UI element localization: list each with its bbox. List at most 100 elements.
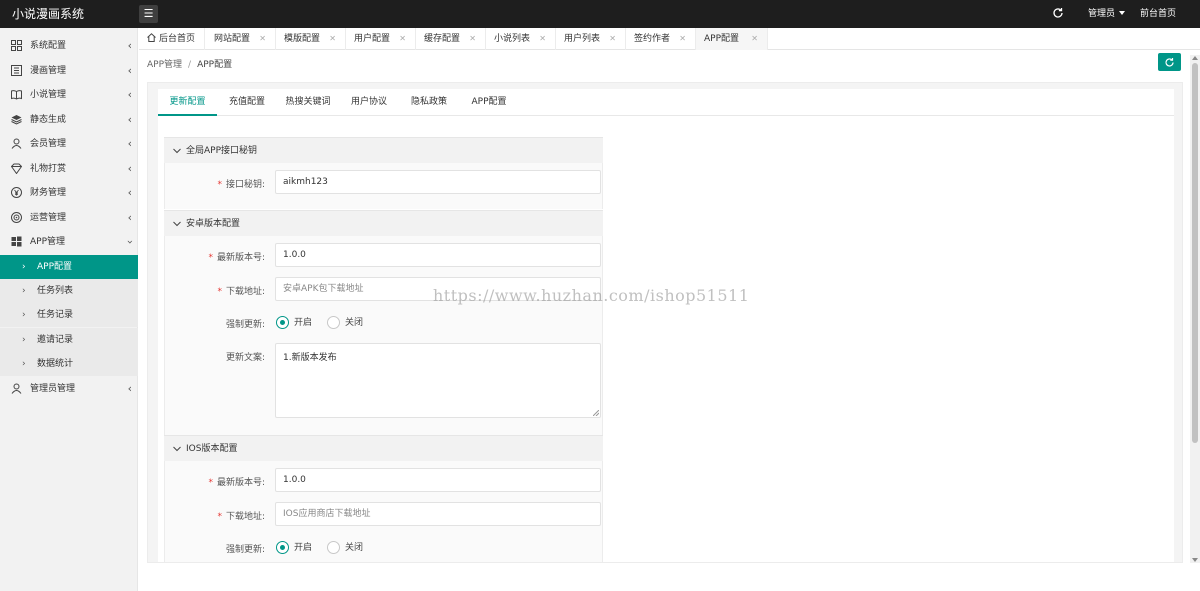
section-android-header[interactable]: 安卓版本配置 bbox=[164, 210, 603, 236]
sidebar-item-app[interactable]: APP管理 ‹ bbox=[0, 230, 138, 254]
watermark-text: https://www.huzhan.com/ishop51511 bbox=[433, 286, 750, 305]
label-text: 下载地址: bbox=[225, 512, 265, 522]
sidebar-item-operations[interactable]: 运营管理 ‹ bbox=[0, 206, 138, 230]
sidebar-subitem-invite-records[interactable]: › 邀请记录 bbox=[0, 328, 138, 352]
tab-label: 签约作者 bbox=[634, 34, 671, 44]
scrollbar-thumb[interactable] bbox=[1192, 63, 1198, 443]
chevron-left-icon: ‹ bbox=[127, 162, 132, 175]
label-text: 接口秘钥: bbox=[225, 180, 265, 190]
subtab-app-config[interactable]: APP配置 bbox=[459, 89, 519, 116]
close-icon[interactable]: ✕ bbox=[539, 28, 546, 50]
windows-icon bbox=[11, 236, 22, 247]
scroll-down-arrow-icon[interactable] bbox=[1192, 558, 1198, 562]
config-card: 更新配置 充值配置 热搜关键词 用户协议 隐私政策 APP配置 全局APP接口秘… bbox=[158, 89, 1174, 562]
subtab-hot-keywords[interactable]: 热搜关键词 bbox=[277, 89, 339, 116]
ios-download-input[interactable]: IOS应用商店下载地址 bbox=[275, 502, 601, 526]
book-icon bbox=[11, 90, 22, 100]
tab-user-config[interactable]: 用户配置 ✕ bbox=[346, 28, 416, 50]
required-mark: * bbox=[217, 180, 222, 190]
tab-template-config[interactable]: 模版配置 ✕ bbox=[276, 28, 346, 50]
tab-label: 用户配置 bbox=[354, 34, 391, 44]
scroll-up-arrow-icon[interactable] bbox=[1192, 56, 1198, 60]
sidebar-subitem-task-list[interactable]: › 任务列表 bbox=[0, 279, 138, 303]
sidebar-item-label: 管理员管理 bbox=[30, 384, 76, 394]
android-force-off-radio[interactable]: 关闭 bbox=[327, 316, 363, 330]
close-icon[interactable]: ✕ bbox=[259, 28, 266, 50]
sidebar-item-gifts[interactable]: 礼物打赏 ‹ bbox=[0, 157, 138, 181]
sidebar-subitem-label: 任务列表 bbox=[37, 286, 74, 296]
sidebar-subitem-label: 邀请记录 bbox=[37, 335, 74, 345]
menu-toggle-button[interactable]: ☰ bbox=[139, 5, 158, 23]
section-global-header[interactable]: 全局APP接口秘钥 bbox=[164, 137, 603, 163]
sidebar-item-label: 漫画管理 bbox=[30, 66, 67, 76]
ios-version-input[interactable]: 1.0.0 bbox=[275, 468, 601, 492]
subtab-recharge-config[interactable]: 充值配置 bbox=[217, 89, 277, 116]
sidebar-item-finance[interactable]: 财务管理 ‹ bbox=[0, 181, 138, 205]
close-icon[interactable]: ✕ bbox=[609, 28, 616, 50]
tab-label: 小说列表 bbox=[494, 34, 531, 44]
sidebar-item-comic[interactable]: 漫画管理 ‹ bbox=[0, 59, 138, 83]
tab-site-config[interactable]: 网站配置 ✕ bbox=[206, 28, 276, 50]
tab-signed-authors[interactable]: 签约作者 ✕ bbox=[626, 28, 696, 50]
sidebar-subitem-task-records[interactable]: › 任务记录 bbox=[0, 303, 138, 327]
ios-force-off-radio[interactable]: 关闭 bbox=[327, 541, 363, 555]
ios-download-label: * 下载地址: bbox=[165, 509, 265, 522]
tab-cache-config[interactable]: 缓存配置 ✕ bbox=[416, 28, 486, 50]
vertical-scrollbar[interactable] bbox=[1190, 55, 1200, 563]
section-title: IOS版本配置 bbox=[186, 444, 238, 454]
ios-force-label: 强制更新: bbox=[225, 545, 265, 555]
admin-menu[interactable]: 管理员 bbox=[1088, 0, 1126, 28]
resize-grip-icon[interactable] bbox=[593, 410, 599, 416]
subtab-update-config[interactable]: 更新配置 bbox=[158, 89, 217, 116]
section-android-body: * 最新版本号: 1.0.0 * 下载地址: 安卓APK包下载地址 强制更新: 开启… bbox=[164, 236, 603, 435]
android-version-label: * 最新版本号: bbox=[165, 250, 265, 263]
subtab-privacy-policy[interactable]: 隐私政策 bbox=[399, 89, 459, 116]
chevron-down-icon bbox=[173, 148, 181, 154]
caret-down-icon bbox=[1119, 11, 1126, 15]
breadcrumb-separator: / bbox=[188, 60, 192, 70]
radio-label: 关闭 bbox=[345, 318, 364, 328]
tab-user-list[interactable]: 用户列表 ✕ bbox=[556, 28, 626, 50]
chevron-right-icon: › bbox=[22, 359, 26, 369]
android-force-on-radio[interactable]: 开启 bbox=[276, 316, 312, 330]
android-notes-textarea[interactable]: 1.新版本发布 bbox=[275, 343, 601, 418]
tab-home[interactable]: 后台首页 bbox=[139, 28, 205, 50]
required-mark: * bbox=[217, 512, 222, 522]
sidebar-item-admins[interactable]: 管理员管理 ‹ bbox=[0, 377, 138, 401]
chevron-left-icon: ‹ bbox=[127, 186, 132, 199]
android-force-label: 强制更新: bbox=[225, 320, 265, 330]
android-notes-label: 更新文案: bbox=[225, 353, 265, 363]
required-mark: * bbox=[208, 478, 213, 488]
android-version-input[interactable]: 1.0.0 bbox=[275, 243, 601, 267]
subtab-user-agreement[interactable]: 用户协议 bbox=[339, 89, 399, 116]
section-ios-header[interactable]: IOS版本配置 bbox=[164, 435, 603, 461]
sidebar-item-label: 财务管理 bbox=[30, 188, 67, 198]
ios-version-label: * 最新版本号: bbox=[165, 475, 265, 488]
close-icon[interactable]: ✕ bbox=[751, 28, 758, 50]
sidebar-subitem-app-config[interactable]: › APP配置 bbox=[0, 255, 138, 279]
close-icon[interactable]: ✕ bbox=[469, 28, 476, 50]
sidebar-subitem-stats[interactable]: › 数据统计 bbox=[0, 352, 138, 376]
sidebar-item-novel[interactable]: 小说管理 ‹ bbox=[0, 83, 138, 107]
close-icon[interactable]: ✕ bbox=[679, 28, 686, 50]
breadcrumb-parent[interactable]: APP管理 bbox=[147, 60, 182, 70]
chevron-down-icon bbox=[173, 221, 181, 227]
secret-input[interactable]: aikmh123 bbox=[275, 170, 601, 194]
refresh-icon[interactable] bbox=[1051, 6, 1065, 20]
sidebar-item-system-config[interactable]: 系统配置 ‹ bbox=[0, 34, 138, 58]
sidebar-item-members[interactable]: 会员管理 ‹ bbox=[0, 132, 138, 156]
close-icon[interactable]: ✕ bbox=[399, 28, 406, 50]
ios-force-on-radio[interactable]: 开启 bbox=[276, 541, 312, 555]
sidebar-item-static[interactable]: 静态生成 ‹ bbox=[0, 108, 138, 132]
main-panel: 更新配置 充值配置 热搜关键词 用户协议 隐私政策 APP配置 全局APP接口秘… bbox=[147, 82, 1183, 563]
sidebar-item-label: 系统配置 bbox=[30, 41, 67, 51]
comic-icon bbox=[11, 65, 22, 76]
label-text: 最新版本号: bbox=[216, 253, 265, 263]
tab-app-config[interactable]: APP配置 ✕ bbox=[696, 28, 768, 50]
tab-novel-list[interactable]: 小说列表 ✕ bbox=[486, 28, 556, 50]
front-home-link[interactable]: 前台首页 bbox=[1140, 0, 1176, 28]
yen-icon bbox=[11, 187, 22, 198]
refresh-button[interactable] bbox=[1158, 53, 1181, 71]
close-icon[interactable]: ✕ bbox=[329, 28, 336, 50]
layers-icon bbox=[11, 115, 22, 125]
